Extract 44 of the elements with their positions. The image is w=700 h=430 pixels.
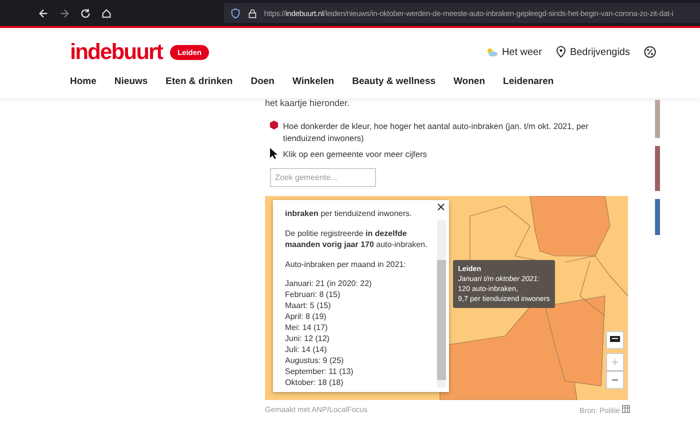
weather-icon: [486, 47, 498, 57]
nav-link[interactable]: Leidenaren: [503, 70, 554, 95]
nav-link[interactable]: Eten & drinken: [166, 70, 233, 95]
forward-icon[interactable]: [59, 8, 70, 18]
popup-text: inbraken per tienduizend inwoners.: [285, 208, 413, 220]
back-icon[interactable]: [38, 8, 49, 18]
month-stat: September: 11 (13): [285, 366, 354, 377]
popup-text: De politie registreerde in dezelfde maanden vorig jaar 170 auto-inbraken.: [285, 228, 428, 250]
nav-link[interactable]: Winkelen: [292, 70, 334, 95]
zoom-out-button[interactable]: −: [606, 371, 624, 389]
shield-icon: [230, 8, 241, 18]
keyboard-icon: [610, 336, 620, 344]
nav-link[interactable]: Wonen: [454, 70, 486, 95]
legend-text: Hoe donkerder de kleur, hoe hoger het aantal auto-inbraken (jan. t/m okt. 2021, per tienduizend inwoners): [283, 120, 590, 144]
search-field[interactable]: Zoek gemeente...: [270, 168, 376, 187]
nav-link[interactable]: Beauty & wellness: [352, 70, 436, 95]
month-stat: Augustus: 9 (25): [285, 355, 345, 366]
weather-link[interactable]: Het weer: [486, 46, 542, 58]
keyboard-button[interactable]: [606, 331, 624, 349]
article-text: het kaartje hieronder.: [265, 98, 351, 108]
scrollbar[interactable]: [437, 220, 446, 388]
legend-text: Klik op een gemeente voor meer cijfers: [283, 148, 427, 160]
month-stat: Oktober: 18 (18): [285, 377, 344, 388]
nav-link[interactable]: Home: [70, 70, 96, 95]
nav-link[interactable]: Doen: [250, 70, 274, 95]
home-icon[interactable]: [101, 8, 112, 18]
site-logo[interactable]: indebuurt: [70, 39, 162, 65]
lock-icon: [247, 8, 258, 18]
discount-icon[interactable]: [644, 46, 656, 58]
month-stat: Mei: 14 (17): [285, 322, 329, 333]
location-pin-icon: [556, 46, 566, 58]
cursor-icon: [270, 148, 278, 159]
reload-icon[interactable]: [80, 8, 91, 18]
close-icon[interactable]: [437, 203, 445, 211]
month-stat: Juni: 12 (12): [285, 333, 330, 344]
popup-text: Auto-inbraken per maand in 2021:: [285, 258, 407, 270]
month-stat: Februari: 8 (15): [285, 289, 342, 300]
month-stat: Januari: 21 (in 2020: 22): [285, 278, 373, 289]
month-stat: Juli: 14 (14): [285, 344, 328, 355]
directory-link[interactable]: Bedrijvengids: [556, 46, 630, 58]
table-icon[interactable]: [622, 405, 630, 413]
month-stat: Maart: 5 (15): [285, 300, 332, 311]
nav-link[interactable]: Nieuws: [114, 70, 148, 95]
month-stat: April: 8 (19): [285, 311, 328, 322]
